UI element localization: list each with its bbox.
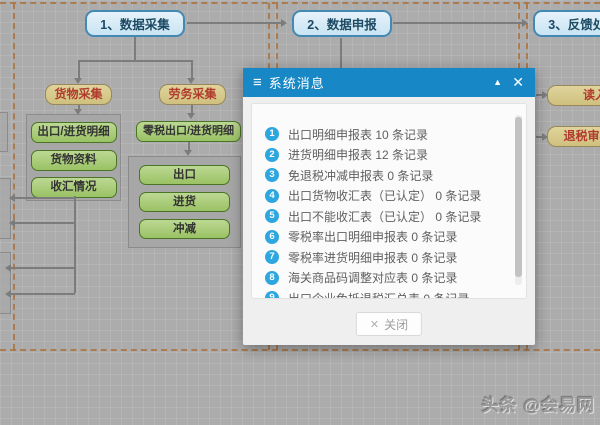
connector (74, 196, 76, 293)
close-button[interactable]: ✕ 关闭 (356, 312, 422, 336)
connector (78, 60, 80, 78)
flow-node[interactable]: 进货 (139, 192, 230, 212)
message-list: 1 出口明细申报表 10 条记录 2 进货明细申报表 12 条记录 3 免退税冲… (251, 103, 527, 299)
message-text: 出口企业免抵退税汇总表 0 条记录 (288, 290, 469, 299)
arrowhead (184, 150, 192, 156)
arrowhead (187, 113, 195, 119)
connector (393, 22, 522, 24)
connector (134, 37, 136, 60)
message-item: 3 免退税冲减申报表 0 条记录 (265, 165, 526, 186)
dialog-title: 系统消息 (269, 73, 325, 92)
message-item: 6 零税率出口明细申报表 0 条记录 (265, 227, 526, 248)
message-text: 出口不能收汇表（已认定） 0 条记录 (288, 208, 481, 225)
arrowhead (9, 194, 15, 202)
connector (15, 222, 75, 224)
message-item: 5 出口不能收汇表（已认定） 0 条记录 (265, 206, 526, 227)
connector (11, 267, 75, 269)
message-item: 8 海关商品码调整对应表 0 条记录 (265, 268, 526, 289)
flow-node[interactable]: 收汇情况 (31, 177, 117, 198)
message-text: 出口明细申报表 10 条记录 (288, 126, 428, 143)
close-button-label: 关闭 (384, 316, 408, 333)
connector (191, 60, 193, 78)
message-item: 2 进货明细申报表 12 条记录 (265, 145, 526, 166)
message-text: 海关商品码调整对应表 0 条记录 (288, 269, 457, 286)
message-item: 7 零税率进货明细申报表 0 条记录 (265, 247, 526, 268)
arrowhead (281, 19, 287, 27)
message-item: 1 出口明细申报表 10 条记录 (265, 124, 526, 145)
message-text: 出口货物收汇表（已认定） 0 条记录 (288, 187, 481, 204)
collapse-icon[interactable]: ▲ (493, 77, 502, 87)
connector (187, 22, 281, 24)
connector (15, 197, 75, 199)
dialog-footer: ✕ 关闭 (243, 299, 535, 345)
scrollbar-track[interactable] (515, 115, 522, 285)
goods-collection-group: 出口/进货明细货物资料收汇情况 (26, 114, 121, 201)
label-read-feedback[interactable]: 读入反馈 (547, 85, 600, 106)
arrowhead (5, 290, 11, 298)
flow-node[interactable]: 冲减 (139, 219, 230, 239)
message-text: 零税率进货明细申报表 0 条记录 (288, 249, 457, 266)
item-number-badge: 3 (265, 168, 279, 182)
item-number-badge: 7 (265, 250, 279, 264)
system-message-dialog: ≡ 系统消息 ▲ ✕ 1 出口明细申报表 10 条记录 2 进货明细申报表 12… (243, 68, 535, 345)
close-icon[interactable]: ✕ (512, 74, 524, 91)
arrowhead (5, 264, 11, 272)
connector (191, 105, 193, 113)
stage-node-data-collection[interactable]: 1、数据采集 (85, 10, 185, 37)
page-boundary-dash (0, 2, 600, 4)
flow-node[interactable]: 货物资料 (31, 150, 117, 171)
connector (78, 60, 192, 62)
flow-node[interactable]: 出口 (139, 165, 230, 185)
scrollbar-thumb[interactable] (515, 117, 522, 277)
arrowhead (9, 219, 15, 227)
message-item: 4 出口货物收汇表（已认定） 0 条记录 (265, 186, 526, 207)
clipped-node[interactable] (0, 252, 11, 314)
message-text: 进货明细申报表 12 条记录 (288, 146, 428, 163)
menu-icon: ≡ (253, 74, 262, 91)
close-button-icon: ✕ (370, 318, 379, 331)
message-item: 9 出口企业免抵退税汇总表 0 条记录 (265, 288, 526, 299)
label-tax-review[interactable]: 退税审核反馈 (547, 126, 600, 147)
arrowhead (74, 109, 82, 115)
page-boundary-dash (0, 349, 600, 351)
label-labor-collection[interactable]: 劳务采集 (159, 84, 226, 105)
connector (340, 38, 342, 69)
stage-node-data-declaration[interactable]: 2、数据申报 (292, 10, 392, 37)
watermark: 头条 @会易网 (482, 391, 595, 416)
flow-node[interactable]: 出口/进货明细 (31, 122, 117, 143)
page-boundary-dash (13, 3, 15, 350)
item-number-badge: 5 (265, 209, 279, 223)
item-number-badge: 8 (265, 271, 279, 285)
message-text: 零税率出口明细申报表 0 条记录 (288, 228, 457, 245)
arrowhead (522, 19, 528, 27)
flow-node-zero-tax-detail[interactable]: 零税出口/进货明细 (136, 121, 241, 142)
clipped-node[interactable] (0, 112, 8, 152)
item-number-badge: 9 (265, 291, 279, 299)
dialog-header[interactable]: ≡ 系统消息 ▲ ✕ (243, 68, 535, 97)
clipped-node[interactable] (0, 178, 11, 239)
label-goods-collection[interactable]: 货物采集 (45, 84, 112, 105)
stage-node-feedback-processing[interactable]: 3、反馈处理 (533, 10, 600, 37)
item-number-badge: 2 (265, 148, 279, 162)
connector (11, 293, 75, 295)
item-number-badge: 1 (265, 127, 279, 141)
message-text: 免退税冲减申报表 0 条记录 (288, 167, 433, 184)
item-number-badge: 4 (265, 189, 279, 203)
labor-collection-group: 出口进货冲减 (128, 156, 241, 248)
item-number-badge: 6 (265, 230, 279, 244)
flowchart-canvas: 1、数据采集 2、数据申报 3、反馈处理 货物采集 劳务采集 读入反馈 退税审核… (0, 0, 600, 425)
